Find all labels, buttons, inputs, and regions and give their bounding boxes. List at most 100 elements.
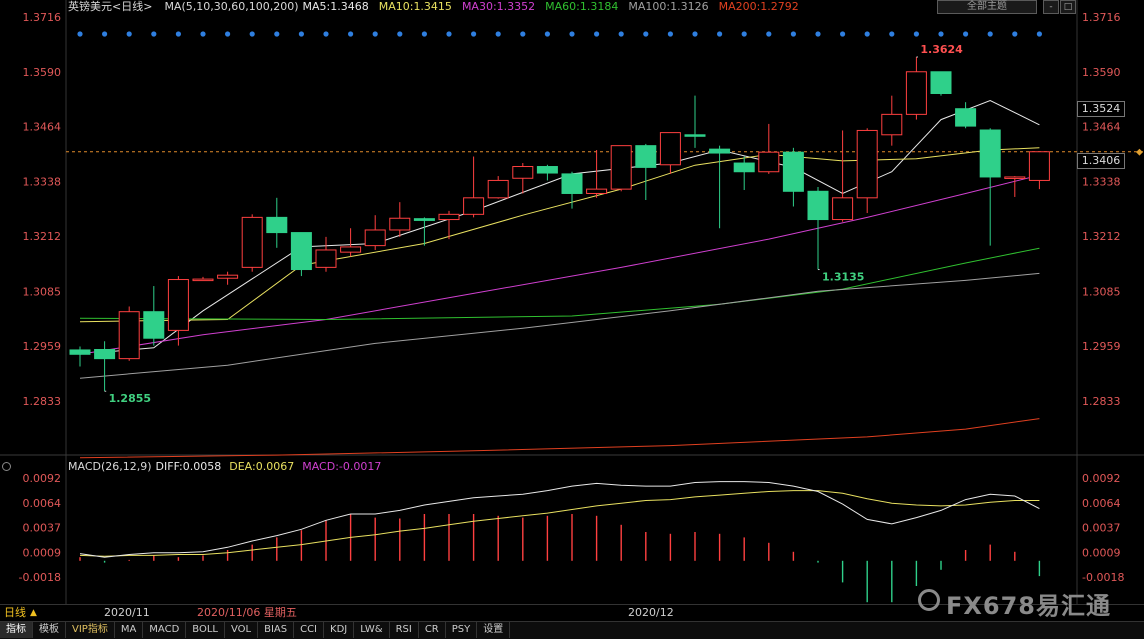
candle-down [266,216,288,234]
macd-tick-label-right: 0.0009 [1082,547,1121,560]
period-label[interactable]: 日线 [4,605,26,621]
macd-tick-label-left: 0.0064 [23,497,62,510]
event-marker-icon [864,31,870,37]
indicator-toolbar: 指标 模板 VIP指标 MA MACD BOLL VOL BIAS CCI KDJ LW& RSI CR… [0,621,1144,639]
candle-up [167,279,189,331]
macd-diff: DIFF:0.0058 [155,460,222,473]
tab-cr[interactable]: CR [419,622,446,638]
event-marker-icon [495,31,501,37]
panel-settings-icon[interactable] [2,462,11,471]
low-annotation-dec: 1.3135 [822,271,864,284]
macd-tick-label-left: -0.0018 [19,571,61,584]
event-marker-icon [840,31,846,37]
candle-up [463,197,485,215]
candle-down [979,129,1001,178]
tab-cci[interactable]: CCI [294,622,325,638]
macd-tick-label-left: 0.0037 [23,522,62,535]
event-marker-icon [102,31,108,37]
candle-up [487,179,509,199]
tab-kdj[interactable]: KDJ [324,622,355,638]
event-marker-icon [913,31,920,37]
y-tick-label-left: 1.3338 [23,175,62,188]
y-tick-label-right: 1.3716 [1082,11,1121,24]
event-marker-icon [692,31,698,37]
event-marker-icon [741,31,747,37]
tab-vip-indicators[interactable]: VIP指标 [66,622,115,638]
event-marker-icon [815,31,821,37]
event-marker-icon [200,31,206,37]
x-label-2020-11: 2020/11 [104,606,150,619]
candle-up [905,71,927,115]
event-marker-icon [544,31,551,37]
event-marker-icon [471,31,477,37]
event-marker-icon [323,31,329,37]
event-marker-icon [667,31,674,37]
last-price-box: 1.3406 [1077,153,1125,169]
tab-vol[interactable]: VOL [225,622,259,638]
event-marker-icon [1036,31,1042,37]
tab-settings[interactable]: 设置 [477,622,511,638]
event-marker-icon [372,31,378,37]
event-marker-icon [643,31,649,37]
y-tick-label-right: 1.2959 [1082,340,1121,353]
candle-down [807,190,829,221]
candle-down [782,151,804,192]
period-arrow-icon[interactable]: ▲ [30,605,37,621]
event-marker-icon [987,31,993,37]
tab-indicators[interactable]: 指标 [0,622,33,638]
candle-up [856,129,878,199]
ma60-line [79,247,1040,321]
candle-down [143,311,165,339]
cursor-date-label: 2020/11/06 星期五 [197,606,297,619]
y-tick-label-right: 1.3590 [1082,66,1121,79]
event-marker-icon [397,31,403,37]
watermark: FX678易汇通 [946,592,1111,620]
event-marker-icon [421,31,427,37]
tab-psy[interactable]: PSY [446,622,478,638]
y-tick-label-right: 1.2833 [1082,395,1121,408]
candle-down [733,162,755,173]
diff-line [79,481,1040,558]
candle-down [413,218,435,221]
candle-down [69,349,91,355]
candle-up [217,274,239,279]
candle-up [586,188,608,194]
candle-up [512,166,534,179]
macd-value: MACD:-0.0017 [302,460,382,473]
candle-up [364,229,386,247]
event-marker-icon [766,31,772,37]
ma-price-box: 1.3524 [1077,101,1125,117]
candle-down [561,173,583,194]
tab-bias[interactable]: BIAS [258,622,295,638]
macd-tick-label-right: 0.0064 [1082,497,1121,510]
macd-legend: MACD(26,12,9) DIFF:0.0058 DEA:0.0067 MACD:-… [68,460,389,474]
tab-templates[interactable]: 模板 [33,622,66,638]
y-tick-label-right: 1.3464 [1082,121,1121,134]
candle-up [758,151,780,173]
macd-tick-label-left: 0.0092 [23,472,62,485]
candle-up [340,246,362,253]
event-marker-icon [963,31,969,37]
y-tick-label-left: 1.3464 [23,121,62,134]
y-tick-label-left: 1.3085 [23,285,62,298]
macd-tick-label-right: -0.0018 [1082,571,1124,584]
tab-rsi[interactable]: RSI [390,622,419,638]
event-marker-icon [520,31,526,37]
event-marker-icon [298,31,304,37]
tab-lw[interactable]: LW& [354,622,390,638]
candle-up [832,197,854,221]
candle-up [192,278,214,282]
tab-macd[interactable]: MACD [143,622,187,638]
event-marker-icon [938,31,944,37]
x-label-2020-12: 2020/12 [628,606,674,619]
candle-up [118,311,140,360]
macd-params: MACD(26,12,9) [68,460,152,473]
event-marker-icon [175,31,181,37]
ma10-line [79,147,1040,323]
event-marker-icon [225,31,231,37]
fx678-logo-icon [918,589,940,611]
candle-up [1028,151,1050,181]
tab-ma[interactable]: MA [115,622,144,638]
tab-boll[interactable]: BOLL [186,622,225,638]
price-chart[interactable]: 1.3716 1.3716 1.3590 1.3590 1.3464 1.3464 1.33… [0,0,1144,604]
